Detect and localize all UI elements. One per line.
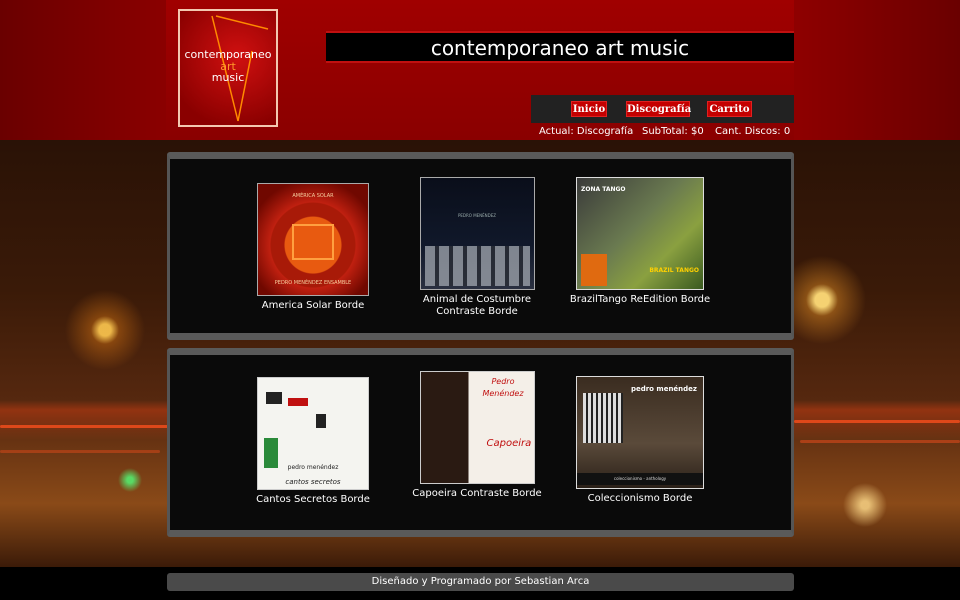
logo-text-line3: music [211,71,245,84]
status-subtotal: SubTotal: $0 [642,126,704,137]
status-actual-value: Discografía [576,126,634,137]
album-title[interactable]: America Solar Borde [233,300,393,312]
cover-top-text: AMÉRICA SOLAR [292,193,334,199]
cover-shape [316,414,326,428]
cover-top-text: pedro menéndez [630,385,697,393]
footer-credit: Diseñado y Programado por Sebastian Arca [167,573,794,591]
album-title[interactable]: Animal de Costumbre Contraste Borde [397,294,557,318]
cover-bottom-text: coleccionismo - anthology [577,473,703,485]
status-subtotal-label: SubTotal: [642,126,688,137]
cover-shape [292,224,334,260]
status-count-label: Cant. Discos: [715,126,781,137]
light-streak [0,450,160,453]
site-logo[interactable]: contemporaneo art music [178,9,278,127]
cover-bottom-text: BRAZIL TANGO [649,267,699,274]
light-streak [794,420,960,423]
album-item[interactable]: pedro menéndez coleccionismo - anthology… [560,376,720,505]
album-cover[interactable]: ZONA TANGO BRAZIL TANGO [576,177,704,290]
album-item[interactable]: AMÉRICA SOLAR PEDRO MENÉNDEZ ENSAMBLE Am… [233,183,393,312]
cover-top-text: Pedro Menéndez [482,377,524,398]
cover-bottom-text: cantos secretos [285,478,341,486]
album-cover[interactable]: pedro menéndez coleccionismo - anthology [576,376,704,489]
album-panel-2: pedro menéndez cantos secretos Cantos Se… [167,348,794,537]
cover-shape [581,254,607,286]
album-cover[interactable]: pedro menéndez cantos secretos [257,377,369,490]
status-actual: Actual: Discografía [539,126,633,137]
album-item[interactable]: pedro menéndez cantos secretos Cantos Se… [233,377,393,506]
album-item[interactable]: Pedro Menéndez Capoeira Capoeira Contras… [397,371,557,500]
album-title[interactable]: Coleccionismo Borde [560,493,720,505]
cover-bottom-text: Capoeira [486,438,532,449]
status-count-value: 0 [783,126,791,137]
cover-top-text: pedro menéndez [287,464,339,471]
album-cover[interactable]: AMÉRICA SOLAR PEDRO MENÉNDEZ ENSAMBLE [257,183,369,296]
cover-top-text: ZONA TANGO [581,186,626,193]
album-cover[interactable]: PEDRO MENÉNDEZ [419,177,535,290]
nav-inicio-button[interactable]: Inicio [571,101,607,117]
status-count: Cant. Discos: 0 [715,126,790,137]
album-item[interactable]: ZONA TANGO BRAZIL TANGO BrazilTango ReEd… [560,177,720,306]
light-streak [0,425,170,428]
album-cover[interactable]: Pedro Menéndez Capoeira [419,371,535,484]
status-subtotal-value: $0 [690,126,704,137]
cover-shape [288,398,308,406]
cover-shape [266,392,282,404]
album-panel-1: AMÉRICA SOLAR PEDRO MENÉNDEZ ENSAMBLE Am… [167,152,794,340]
light-streak [800,440,960,443]
cover-shape [424,246,530,286]
cover-shape [583,393,623,443]
site-title: contemporaneo art music [326,31,794,63]
nav-bar: Inicio Discografía Carrito [531,95,794,123]
cover-top-text: PEDRO MENÉNDEZ [457,213,497,218]
album-title[interactable]: BrazilTango ReEdition Borde [560,294,720,306]
nav-discografia-button[interactable]: Discografía [626,101,691,117]
album-title[interactable]: Cantos Secretos Borde [233,494,393,506]
album-title[interactable]: Capoeira Contraste Borde [397,488,557,500]
nav-carrito-button[interactable]: Carrito [707,101,752,117]
album-item[interactable]: PEDRO MENÉNDEZ Animal de Costumbre Contr… [397,177,557,318]
status-actual-label: Actual: [539,126,574,137]
cover-bottom-text: PEDRO MENÉNDEZ ENSAMBLE [274,280,352,286]
